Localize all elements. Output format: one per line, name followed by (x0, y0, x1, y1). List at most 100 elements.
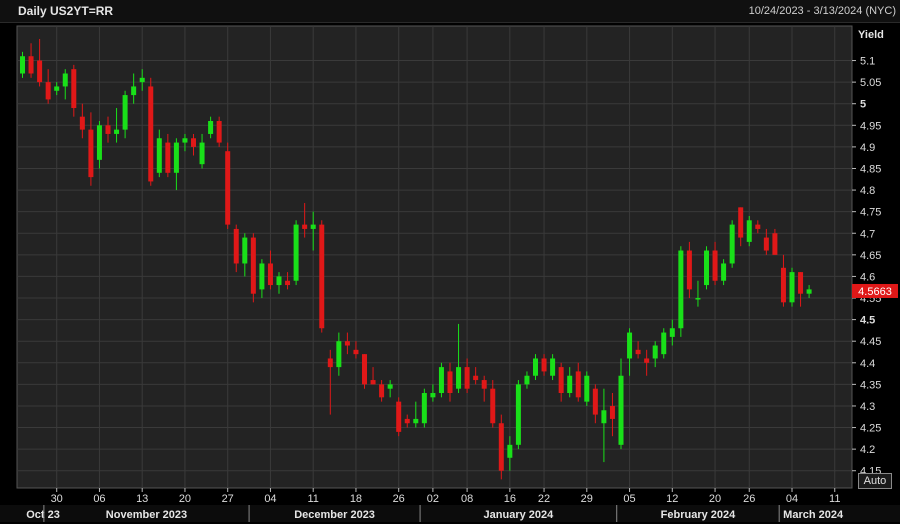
candle-body (601, 410, 607, 424)
y-tick-label: 4.45 (860, 336, 881, 348)
candle-body (729, 224, 735, 264)
candle-body (806, 289, 812, 294)
x-tick-label: 08 (461, 493, 473, 505)
date-range-label: 10/24/2023 - 3/13/2024 (NYC) (748, 5, 896, 17)
y-tick-label: 4.75 (860, 207, 881, 219)
chart-header: Daily US2YT=RR 10/24/2023 - 3/13/2024 (N… (0, 0, 900, 23)
x-tick-label: 26 (743, 493, 755, 505)
x-tick-label: 22 (538, 493, 550, 505)
candle-body (131, 86, 137, 96)
candle-body (370, 380, 376, 385)
y-tick-label: 4.9 (860, 142, 875, 154)
candle-body (798, 272, 804, 294)
candle-body (490, 388, 496, 424)
candle-body (387, 384, 393, 389)
candle-body (404, 418, 410, 424)
x-tick-label: 18 (350, 493, 362, 505)
y-tick-label: 4.6 (860, 271, 875, 283)
candle-body (584, 375, 590, 402)
x-tick-label: 20 (709, 493, 721, 505)
candle-body (780, 267, 786, 303)
candle-body (139, 77, 145, 83)
candle-body (45, 82, 51, 100)
candle-body (267, 263, 273, 286)
candle-body (644, 358, 650, 363)
month-label: February 2024 (661, 509, 736, 521)
candle-body (533, 358, 538, 376)
candle-body (310, 224, 316, 229)
candle-body (712, 250, 718, 281)
candle-body (695, 298, 701, 300)
candle-body (609, 405, 615, 419)
candlestick-chart[interactable]: 5.15.0554.954.94.854.84.754.74.654.64.55… (0, 22, 900, 524)
y-tick-label: 4.2 (860, 444, 875, 456)
candle-body (627, 332, 633, 359)
candle-body (678, 250, 684, 329)
candle-body (669, 328, 675, 337)
candle-body (686, 250, 692, 290)
candle-body (79, 116, 85, 130)
candle-body (37, 60, 43, 83)
candle-body (148, 86, 154, 182)
candle-body (122, 95, 128, 130)
month-label: January 2024 (484, 509, 555, 521)
x-tick-label: 06 (93, 493, 105, 505)
candle-body (208, 120, 214, 134)
y-tick-label: 5 (860, 99, 866, 111)
candle-body (498, 423, 504, 471)
candle-body (362, 354, 367, 385)
x-tick-label: 04 (264, 493, 276, 505)
x-tick-label: 05 (623, 493, 635, 505)
candle-body (96, 125, 102, 160)
candle-body (233, 228, 239, 264)
y-tick-label: 4.3 (860, 401, 875, 413)
candle-body (327, 358, 333, 368)
x-tick-label: 13 (136, 493, 148, 505)
candle-body (302, 224, 308, 229)
candle-body (413, 418, 419, 424)
month-label: March 2024 (783, 509, 844, 521)
candle-body (250, 237, 256, 294)
candle-body (558, 367, 564, 394)
y-tick-label: 4.35 (860, 379, 881, 391)
candle-body (259, 263, 265, 290)
candle-body (285, 280, 291, 286)
candle-body (353, 349, 359, 355)
candle-body (447, 371, 453, 394)
candle-body (618, 375, 624, 445)
candle-body (430, 393, 436, 398)
y-tick-label: 4.85 (860, 163, 881, 175)
y-tick-label: 4.7 (860, 228, 875, 240)
x-tick-label: 12 (666, 493, 678, 505)
candle-body (464, 367, 470, 389)
y-tick-label: 4.65 (860, 250, 881, 262)
candle-body (20, 56, 25, 74)
candle-body (481, 380, 487, 389)
candle-body (28, 56, 34, 74)
candle-body (746, 220, 752, 242)
candle-body (156, 138, 162, 173)
candle-body (276, 276, 282, 286)
candle-body (54, 86, 60, 91)
candle-body (319, 224, 325, 329)
y-tick-label: 4.95 (860, 120, 881, 132)
candle-body (165, 142, 171, 173)
candle-body (515, 384, 521, 445)
candle-body (473, 375, 479, 381)
y-tick-label: 4.4 (860, 358, 875, 370)
y-tick-label: 4.5 (860, 315, 875, 327)
candle-body (105, 125, 111, 134)
candle-body (575, 371, 581, 398)
candle-body (396, 401, 402, 432)
candle-body (635, 349, 641, 355)
x-tick-label: 11 (307, 493, 318, 505)
candle-body (293, 224, 299, 281)
x-tick-label: 29 (581, 493, 593, 505)
candle-body (88, 129, 94, 178)
auto-scale-button[interactable]: Auto (858, 473, 892, 489)
y-tick-label: 5.05 (860, 77, 881, 89)
y-tick-label: 4.25 (860, 423, 881, 435)
candle-body (738, 207, 744, 238)
candle-body (772, 233, 778, 255)
candle-body (216, 120, 222, 143)
